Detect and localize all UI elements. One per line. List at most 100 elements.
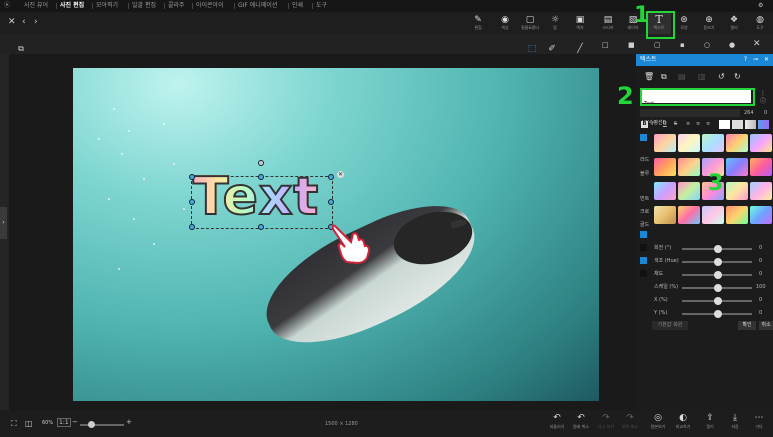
save-button[interactable]: ⤓ 저장 bbox=[724, 413, 746, 430]
close-panel-icon[interactable]: ✕ bbox=[753, 39, 761, 49]
x-slider-knob[interactable] bbox=[714, 297, 722, 305]
original-view-button[interactable]: ◎ 원본보기 bbox=[647, 413, 669, 430]
delete-layer-icon[interactable]: ✕ bbox=[337, 171, 344, 178]
zoom-out-icon[interactable]: − bbox=[72, 418, 78, 426]
font-select[interactable]: HY수평선B bbox=[640, 109, 740, 126]
menu-icon-maker[interactable]: 아이콘아이 bbox=[196, 0, 224, 12]
menu-collage[interactable]: 콜라주 bbox=[168, 0, 185, 12]
menu-multi-shot[interactable]: 모아찍기 bbox=[96, 0, 118, 12]
gradient-swatch[interactable] bbox=[678, 134, 700, 152]
align-right-icon[interactable]: ≡ bbox=[706, 121, 710, 128]
info-icon[interactable]: ⓘ bbox=[760, 98, 766, 105]
rotate-handle-icon[interactable] bbox=[258, 160, 264, 166]
tool-frame[interactable]: ▣ 액자 bbox=[568, 13, 592, 34]
tool-film-filter[interactable]: ▢ 필름&필터 bbox=[518, 13, 542, 34]
color-blue-swatch[interactable] bbox=[758, 120, 769, 129]
rotate-left-icon[interactable]: ↺ bbox=[718, 73, 725, 81]
duplicate-icon[interactable]: ⧉ bbox=[661, 73, 667, 81]
shape-rounded-filled-icon[interactable]: ▪ bbox=[680, 40, 685, 50]
gradient-swatch[interactable] bbox=[654, 134, 676, 152]
open-button[interactable]: ⇪ 열기 bbox=[699, 413, 721, 430]
redo-all-button[interactable]: ↷ 모두 취소 bbox=[619, 413, 641, 430]
font-size-value[interactable]: 264 bbox=[744, 110, 754, 117]
layer-down-icon[interactable]: ▥ bbox=[698, 73, 706, 81]
gradient-swatch[interactable] bbox=[726, 158, 748, 176]
color-white-swatch[interactable] bbox=[719, 120, 730, 129]
y-slider-knob[interactable] bbox=[714, 310, 722, 318]
gradient-swatch[interactable] bbox=[726, 182, 748, 200]
font-extra-value[interactable]: 0 bbox=[764, 110, 767, 117]
trash-icon[interactable]: 🗑 bbox=[644, 73, 654, 81]
saturation-slider-knob[interactable] bbox=[714, 271, 722, 279]
align-left-icon[interactable]: ≡ bbox=[686, 121, 690, 128]
color-gradient-swatch[interactable] bbox=[745, 120, 756, 129]
zoom-in-icon[interactable]: + bbox=[126, 418, 132, 426]
settings-gear-icon[interactable]: ⚙ bbox=[758, 0, 763, 12]
compare-button[interactable]: ◐ 비교하기 bbox=[672, 413, 694, 430]
menu-photo-viewer[interactable]: 사진 뷰어 bbox=[24, 0, 48, 12]
gradient-swatch[interactable] bbox=[654, 158, 676, 176]
shape-circle-icon[interactable]: ○ bbox=[704, 40, 710, 50]
undo-all-button[interactable]: ↶ 원래 취소 bbox=[570, 413, 592, 430]
menu-batch-edit[interactable]: 일괄 편집 bbox=[132, 0, 156, 12]
resize-handle[interactable] bbox=[189, 174, 195, 180]
tool-filter[interactable]: ❖ 필터 bbox=[722, 13, 746, 34]
zoom-value[interactable]: 60% bbox=[42, 420, 53, 426]
bold-button[interactable]: B bbox=[641, 121, 648, 128]
zoom-box-icon[interactable]: 1:1 bbox=[57, 418, 71, 427]
expand-icon[interactable]: ⋮ bbox=[760, 90, 766, 97]
resize-handle[interactable] bbox=[189, 224, 195, 230]
tool-color[interactable]: ◉ 색상 bbox=[493, 13, 517, 34]
hue-slider-knob[interactable] bbox=[714, 258, 722, 266]
shape-filled-circle-icon[interactable]: ● bbox=[729, 40, 735, 50]
fit-screen-icon[interactable]: ⛶ bbox=[11, 419, 17, 429]
resize-handle[interactable] bbox=[258, 224, 264, 230]
scale-slider-knob[interactable] bbox=[714, 284, 722, 292]
gradient-swatch[interactable] bbox=[678, 158, 700, 176]
gradient-swatch[interactable] bbox=[654, 182, 676, 200]
panel-close-icon[interactable]: ✕ bbox=[764, 54, 769, 66]
tool-magnifier[interactable]: ⊕ 돋보기 bbox=[697, 13, 721, 34]
gradient-swatch[interactable] bbox=[750, 182, 772, 200]
forward-chevron-icon[interactable]: › bbox=[34, 17, 38, 27]
menu-tools[interactable]: 도구 bbox=[316, 0, 327, 12]
gradient-swatch[interactable] bbox=[726, 206, 748, 224]
tool-edit[interactable]: ✎ 편집 bbox=[466, 13, 490, 34]
tool-sticker[interactable]: ▤ 스티커 bbox=[596, 13, 620, 34]
gradient-swatch[interactable] bbox=[750, 158, 772, 176]
left-collapse-tab[interactable]: › bbox=[0, 207, 7, 239]
shape-square-icon[interactable]: □ bbox=[602, 40, 609, 50]
pin-icon[interactable]: ⊸ bbox=[753, 54, 758, 66]
gradient-swatch[interactable] bbox=[678, 182, 700, 200]
tool-light[interactable]: ☼ 빛 bbox=[543, 13, 567, 34]
color-black-swatch-2[interactable] bbox=[640, 270, 647, 277]
undo-button[interactable]: ↶ 되돌리기 bbox=[546, 413, 568, 430]
rotate-right-icon[interactable]: ↻ bbox=[734, 73, 741, 81]
strike-button[interactable]: S bbox=[674, 121, 677, 128]
app-logo-icon[interactable]: ⦿ bbox=[4, 0, 10, 12]
menu-print[interactable]: 인쇄 bbox=[292, 0, 303, 12]
shape-filled-square-icon[interactable]: ■ bbox=[628, 40, 635, 50]
shape-rounded-square-icon[interactable]: ▢ bbox=[654, 40, 661, 50]
rotation-slider-knob[interactable] bbox=[714, 245, 722, 253]
gradient-swatch[interactable] bbox=[702, 206, 724, 224]
gradient-swatch[interactable] bbox=[750, 134, 772, 152]
tool-shape[interactable]: ⊛ 모양 bbox=[672, 13, 696, 34]
resize-handle[interactable] bbox=[189, 199, 195, 205]
close-x-icon[interactable]: ✕ bbox=[8, 17, 16, 27]
panel-toggle-icon[interactable]: ◫ bbox=[25, 419, 33, 428]
text-selection-box[interactable]: ✕ bbox=[189, 160, 344, 230]
back-chevron-icon[interactable]: ‹ bbox=[22, 17, 26, 27]
resize-handle[interactable] bbox=[258, 174, 264, 180]
gradient-swatch[interactable] bbox=[702, 134, 724, 152]
gradient-swatch[interactable] bbox=[750, 206, 772, 224]
zoom-slider-knob[interactable] bbox=[88, 421, 95, 428]
resize-handle[interactable] bbox=[328, 199, 334, 205]
gradient-swatch[interactable] bbox=[678, 206, 700, 224]
checkbox-3[interactable] bbox=[640, 257, 647, 264]
menu-gif-animation[interactable]: GIF 애니메이션 bbox=[238, 0, 277, 12]
cancel-button[interactable]: 취소 bbox=[759, 321, 773, 330]
gradient-swatch[interactable] bbox=[654, 206, 676, 224]
color-black-swatch[interactable] bbox=[640, 244, 647, 251]
layer-up-icon[interactable]: ▤ bbox=[678, 73, 686, 81]
